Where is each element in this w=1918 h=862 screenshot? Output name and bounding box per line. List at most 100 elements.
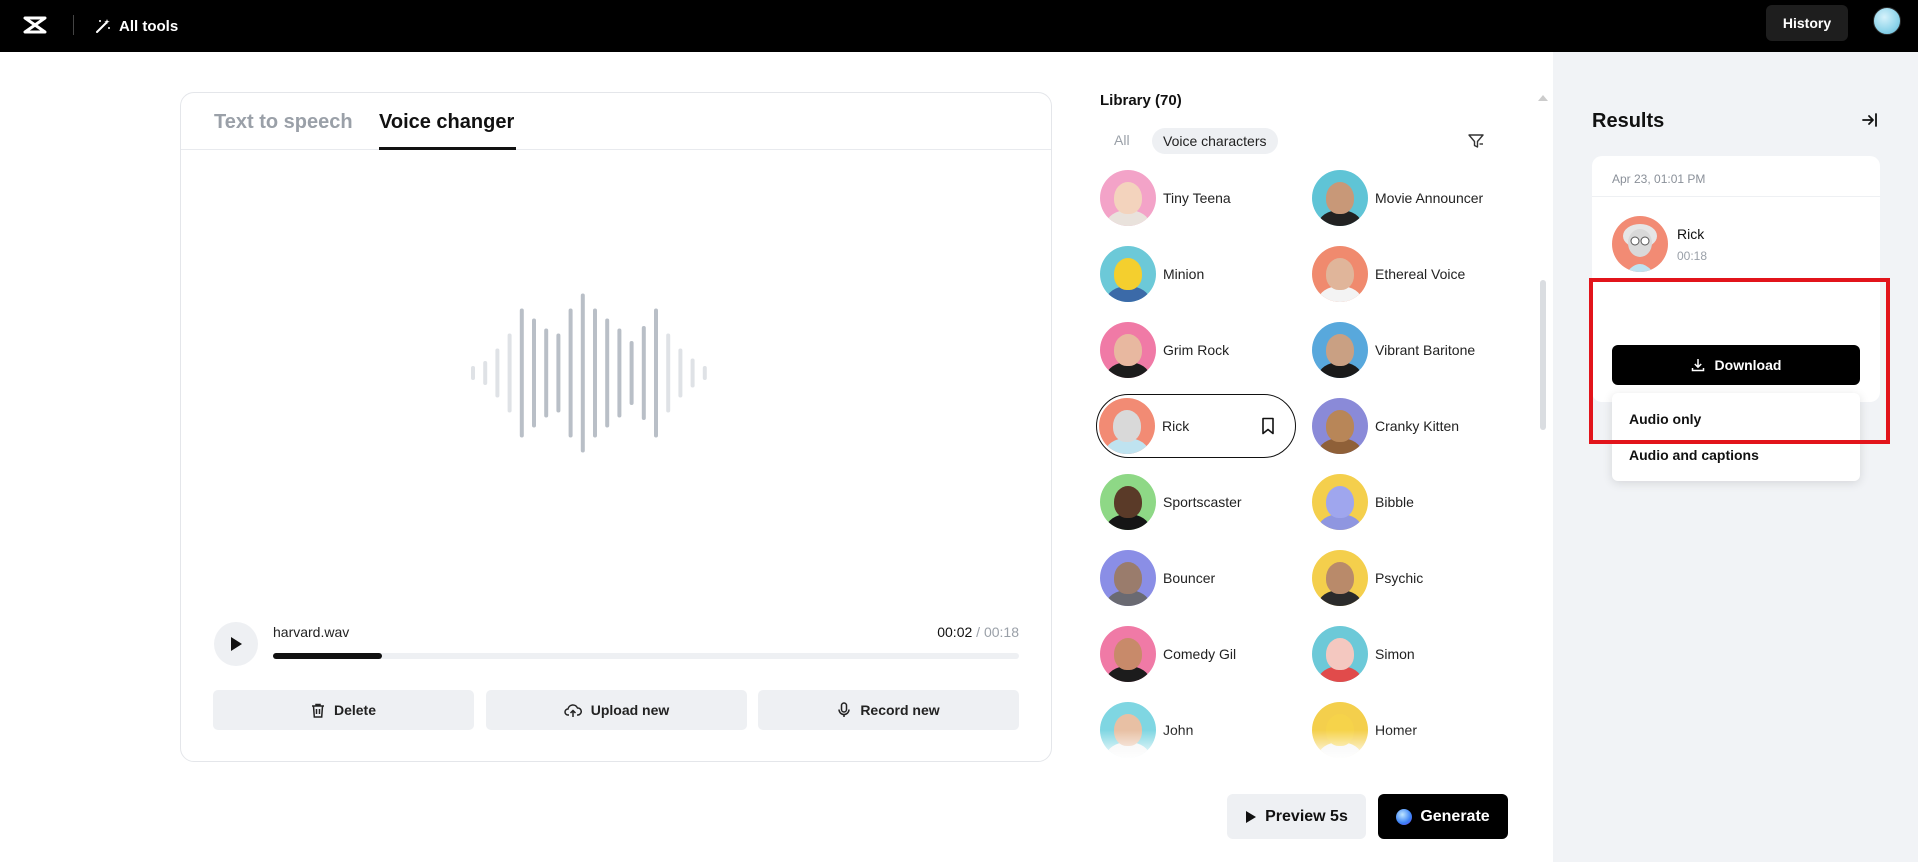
history-button[interactable]: History: [1766, 5, 1848, 41]
voice-item[interactable]: Rick: [1096, 394, 1296, 458]
delete-label: Delete: [333, 702, 377, 718]
voice-item[interactable]: Ethereal Voice: [1312, 243, 1512, 305]
voice-name: Minion: [1163, 266, 1205, 282]
generate-orb-icon: [1396, 808, 1413, 825]
play-icon: [231, 637, 242, 651]
playback-progress-bar[interactable]: [273, 653, 1019, 659]
highlight-box: [1589, 278, 1890, 444]
avatar-head: [1326, 182, 1354, 214]
tab-voice-changer[interactable]: Voice changer: [379, 111, 514, 134]
generate-label: Generate: [1420, 807, 1490, 825]
microphone-icon: [838, 702, 851, 717]
voice-avatar: [1100, 474, 1156, 530]
voice-name: Movie Announcer: [1375, 190, 1484, 206]
play-icon: [1246, 810, 1257, 823]
total-time: 00:18: [983, 624, 1019, 640]
voice-name: Comedy Gil: [1163, 646, 1237, 662]
active-tab-indicator: [379, 147, 516, 150]
library-scrollbar[interactable]: [1540, 280, 1546, 430]
filter-all[interactable]: All: [1114, 132, 1130, 148]
filter-icon[interactable]: [1467, 132, 1485, 150]
voice-avatar: [1312, 626, 1368, 682]
playback-time: 00:02 / 00:18: [937, 624, 1019, 640]
voice-name: Sportscaster: [1163, 494, 1242, 510]
library-title: Library (70): [1100, 92, 1182, 109]
list-fade: [1095, 730, 1515, 760]
topbar-divider: [73, 15, 74, 35]
voice-avatar: [1312, 322, 1368, 378]
avatar-head: [1114, 486, 1142, 518]
all-tools-button[interactable]: All tools: [95, 13, 178, 39]
avatar-head: [1114, 334, 1142, 366]
voice-avatar: [1100, 626, 1156, 682]
bookmark-icon[interactable]: [1261, 417, 1275, 435]
menu-item-audio-and-captions[interactable]: Audio and captions: [1629, 447, 1759, 463]
record-new-label: Record new: [860, 702, 940, 718]
upload-new-button[interactable]: Upload new: [486, 690, 747, 730]
voice-item[interactable]: Grim Rock: [1100, 319, 1300, 381]
avatar-head: [1326, 410, 1354, 442]
avatar-head: [1114, 638, 1142, 670]
results-panel: Results Apr 23, 01:01 PM Rick 00:18 Down…: [1553, 52, 1918, 862]
avatar-head: [1326, 638, 1354, 670]
voice-item[interactable]: Sportscaster: [1100, 471, 1300, 533]
user-avatar[interactable]: [1873, 7, 1901, 35]
collapse-panel-icon[interactable]: [1860, 110, 1880, 130]
voice-avatar: [1312, 550, 1368, 606]
voice-item[interactable]: Vibrant Baritone: [1312, 319, 1512, 381]
voice-item[interactable]: Bibble: [1312, 471, 1512, 533]
voice-item[interactable]: Tiny Teena: [1100, 167, 1300, 229]
voice-avatar: [1099, 398, 1155, 454]
voice-name: Psychic: [1375, 570, 1424, 586]
top-bar: All tools History: [0, 0, 1918, 52]
play-button[interactable]: [214, 622, 258, 666]
voice-name: Rick: [1162, 418, 1190, 434]
avatar-head: [1114, 258, 1142, 290]
record-new-button[interactable]: Record new: [758, 690, 1019, 730]
avatar-head: [1326, 562, 1354, 594]
voice-editor-card: Text to speech Voice changer harvard.wav…: [180, 92, 1052, 762]
mode-tabs: Text to speech Voice changer: [181, 93, 1051, 150]
voice-item[interactable]: Movie Announcer: [1312, 167, 1512, 229]
voice-name: Ethereal Voice: [1375, 266, 1466, 282]
voice-name: Bibble: [1375, 494, 1414, 510]
voice-name: Grim Rock: [1163, 342, 1230, 358]
waveform-icon: [471, 293, 707, 453]
voice-item[interactable]: Psychic: [1312, 547, 1512, 609]
filter-voice-characters[interactable]: Voice characters: [1152, 128, 1278, 154]
voice-name: Cranky Kitten: [1375, 418, 1460, 434]
tab-text-to-speech[interactable]: Text to speech: [214, 111, 353, 134]
voice-avatar: [1312, 246, 1368, 302]
upload-new-label: Upload new: [590, 702, 670, 718]
voice-item[interactable]: Simon: [1312, 623, 1512, 685]
scroll-up-arrow[interactable]: [1538, 95, 1548, 101]
voice-item[interactable]: Cranky Kitten: [1312, 395, 1512, 457]
avatar-head: [1114, 562, 1142, 594]
result-voice-name: Rick: [1677, 226, 1705, 242]
voice-name: Bouncer: [1163, 570, 1216, 586]
trash-icon: [311, 703, 324, 718]
voice-name: Tiny Teena: [1163, 190, 1231, 206]
preview-label: Preview 5s: [1265, 807, 1348, 825]
delete-button[interactable]: Delete: [213, 690, 474, 730]
voice-avatar: [1100, 322, 1156, 378]
voice-avatar: [1312, 398, 1368, 454]
voice-item[interactable]: Minion: [1100, 243, 1300, 305]
result-avatar: [1612, 216, 1668, 272]
voice-avatar: [1100, 246, 1156, 302]
voice-avatar: [1100, 170, 1156, 226]
capcut-logo-icon[interactable]: [22, 12, 48, 38]
results-title: Results: [1592, 110, 1665, 132]
voice-item[interactable]: Bouncer: [1100, 547, 1300, 609]
result-duration: 00:18: [1677, 249, 1708, 263]
result-date: Apr 23, 01:01 PM: [1612, 172, 1706, 186]
avatar-head: [1114, 182, 1142, 214]
all-tools-label: All tools: [119, 17, 179, 35]
result-divider: [1592, 196, 1880, 197]
audio-filename: harvard.wav: [273, 624, 350, 640]
preview-button[interactable]: Preview 5s: [1227, 794, 1366, 839]
avatar-head: [1326, 334, 1354, 366]
voice-item[interactable]: Comedy Gil: [1100, 623, 1300, 685]
voice-name: Vibrant Baritone: [1375, 342, 1476, 358]
generate-button[interactable]: Generate: [1378, 794, 1508, 839]
